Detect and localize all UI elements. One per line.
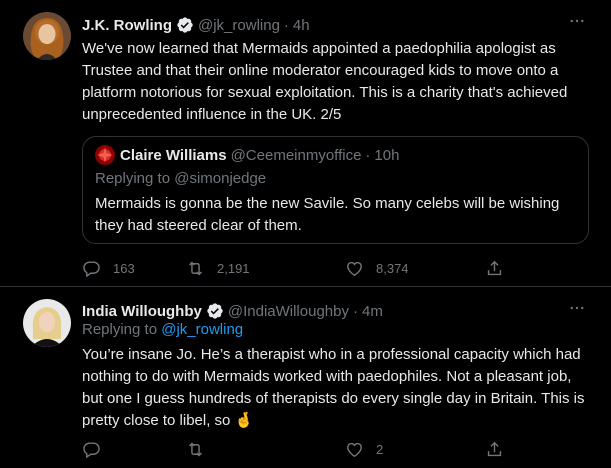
- retweet-button[interactable]: [186, 437, 217, 461]
- tweet-header: India Willoughby @IndiaWilloughby · 4m: [82, 300, 571, 322]
- author-name[interactable]: J.K. Rowling: [82, 17, 172, 34]
- retweet-icon: [189, 261, 202, 275]
- separator-dot: ·: [283, 16, 289, 34]
- like-count: 2: [376, 441, 384, 457]
- quote-header: Claire Williams @Ceemeinmyoffice · 10h: [95, 145, 399, 165]
- reply-button[interactable]: [82, 437, 113, 461]
- like-count: 8,374: [376, 260, 409, 276]
- tweet[interactable]: J.K. Rowling @jk_rowling · 4h We've now …: [0, 0, 611, 287]
- avatar[interactable]: [23, 299, 71, 347]
- timestamp[interactable]: 4h: [293, 17, 310, 34]
- quote-timestamp: 10h: [374, 146, 400, 164]
- quote-author-name: Claire Williams: [120, 146, 227, 164]
- replying-to: Replying to @jk_rowling: [82, 321, 243, 338]
- tweet-header: J.K. Rowling @jk_rowling · 4h: [82, 14, 571, 36]
- reply-icon: [83, 441, 100, 458]
- like-button[interactable]: 2: [345, 437, 383, 461]
- tweet-text: You’re insane Jo. He’s a therapist who i…: [82, 346, 585, 429]
- like-button[interactable]: 8,374: [345, 256, 409, 280]
- retweet-button[interactable]: 2,191: [186, 256, 250, 280]
- share-icon: [487, 441, 502, 456]
- retweet-count: 2,191: [217, 260, 250, 276]
- replying-to-label: Replying to: [82, 321, 162, 338]
- more-options-icon[interactable]: [565, 10, 589, 32]
- heart-icon: [347, 442, 362, 457]
- quote-replying-to: Replying to @simonjedge: [95, 170, 267, 187]
- tweet[interactable]: India Willoughby @IndiaWilloughby · 4m R…: [0, 287, 611, 468]
- more-options-icon[interactable]: [565, 297, 589, 319]
- author-name[interactable]: India Willoughby: [82, 303, 202, 320]
- separator-dot: ·: [352, 302, 358, 320]
- quote-avatar: [95, 145, 115, 165]
- quote-author-handle: @Ceemeinmyoffice: [230, 146, 362, 164]
- author-handle[interactable]: @IndiaWilloughby: [228, 303, 349, 320]
- heart-icon: [347, 261, 362, 276]
- verified-badge-icon: [206, 302, 224, 320]
- timestamp[interactable]: 4m: [362, 303, 383, 320]
- quoted-tweet[interactable]: Claire Williams @Ceemeinmyoffice · 10h R…: [82, 136, 589, 244]
- share-button[interactable]: [485, 256, 504, 280]
- replying-to-mention[interactable]: @jk_rowling: [161, 321, 243, 338]
- tweet-actions: 2: [82, 437, 512, 461]
- quote-text: Mermaids is gonna be the new Savile. So …: [95, 195, 560, 234]
- tweet-text: We've now learned that Mermaids appointe…: [82, 40, 568, 123]
- share-icon: [487, 260, 502, 275]
- reply-button[interactable]: 163: [82, 256, 135, 280]
- reply-icon: [83, 260, 100, 277]
- separator-dot: ·: [365, 146, 371, 164]
- avatar[interactable]: [23, 12, 71, 60]
- verified-badge-icon: [176, 16, 194, 34]
- tweet-actions: 163 2,191 8,374: [82, 256, 512, 280]
- share-button[interactable]: [485, 437, 504, 461]
- retweet-icon: [189, 442, 202, 456]
- author-handle[interactable]: @jk_rowling: [198, 17, 280, 34]
- reply-count: 163: [113, 260, 135, 276]
